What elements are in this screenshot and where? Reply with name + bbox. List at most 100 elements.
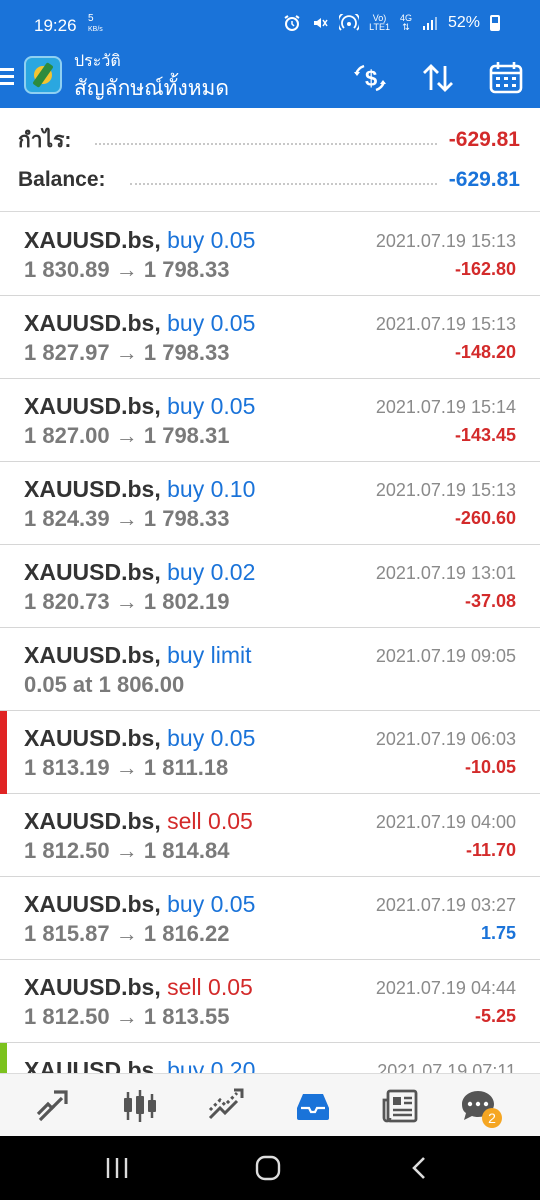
trade-icon[interactable] — [206, 1086, 246, 1126]
profit-value: -629.81 — [448, 128, 520, 151]
trade-symbol: XAUUSD.bs, — [24, 393, 161, 419]
trade-type: buy 0.05 — [167, 393, 256, 419]
trade-type: buy 0.02 — [167, 559, 256, 585]
trade-profit: 1.75 — [480, 923, 516, 943]
history-icon[interactable] — [293, 1086, 333, 1126]
trade-row[interactable]: XAUUSD.bs, sell 0.05 1 812.50 → 1 814.84… — [0, 794, 540, 877]
leader-dots — [95, 143, 437, 145]
system-nav-bar — [0, 1136, 540, 1200]
signal-icon — [422, 17, 437, 30]
summary-panel: กำไร: -629.81 Balance: -629.81 — [0, 108, 540, 212]
trade-list: XAUUSD.bs, buy 0.05 1 830.89 → 1 798.33 … — [0, 213, 540, 1126]
symbol-filter[interactable]: สัญลักษณ์ทั้งหมด — [74, 76, 229, 102]
trade-prices: 1 815.87 → 1 816.22 — [24, 921, 230, 946]
trade-symbol: XAUUSD.bs, — [24, 310, 161, 336]
home-icon[interactable] — [253, 1154, 283, 1182]
trade-prices: 1 827.00 → 1 798.31 — [24, 423, 230, 448]
trade-time: 2021.07.19 15:13 — [375, 314, 516, 334]
trade-row[interactable]: XAUUSD.bs, buy 0.05 1 827.97 → 1 798.33 … — [0, 296, 540, 379]
news-icon[interactable] — [380, 1086, 420, 1126]
menu-icon[interactable] — [0, 68, 14, 88]
calendar-icon[interactable] — [488, 60, 524, 96]
trade-profit: -10.05 — [464, 757, 516, 777]
network-speed-value: 5 — [88, 13, 94, 24]
quotes-icon[interactable] — [34, 1086, 74, 1126]
trade-time: 2021.07.19 15:13 — [375, 231, 516, 251]
trade-symbol: XAUUSD.bs, — [24, 891, 161, 917]
trade-type: buy 0.05 — [167, 227, 256, 253]
profit-row: กำไร: -629.81 — [18, 122, 520, 158]
battery-percent: 52% — [447, 14, 480, 31]
trade-prices: 1 824.39 → 1 798.33 — [24, 506, 230, 531]
status-bar: 19:26 5 KB/s Vo) LTE1 4G ⇅ 52% — [0, 0, 540, 50]
app-logo-icon — [24, 56, 62, 94]
trade-symbol: XAUUSD.bs, — [24, 227, 161, 253]
network-speed: 5 KB/s — [88, 14, 103, 35]
trade-prices: 1 830.89 → 1 798.33 — [24, 257, 230, 282]
chart-icon[interactable] — [120, 1086, 160, 1126]
trade-type: buy 0.05 — [167, 891, 256, 917]
trade-prices: 1 812.50 → 1 813.55 — [24, 1004, 230, 1029]
trade-type: buy 0.05 — [167, 725, 256, 751]
trade-symbol-line: XAUUSD.bs, buy 0.05 — [24, 891, 255, 918]
profit-label: กำไร: — [18, 128, 72, 152]
trade-time: 2021.07.19 09:05 — [375, 646, 516, 666]
trade-profit: -143.45 — [454, 425, 516, 445]
balance-value: -629.81 — [448, 168, 520, 191]
trade-time: 2021.07.19 04:44 — [375, 978, 516, 998]
trade-row[interactable]: XAUUSD.bs, buy 0.10 1 824.39 → 1 798.33 … — [0, 462, 540, 545]
trade-profit: -37.08 — [464, 591, 516, 611]
trade-symbol: XAUUSD.bs, — [24, 476, 161, 502]
trade-prices: 1 813.19 → 1 811.18 — [24, 755, 229, 780]
trade-type: buy limit — [167, 642, 252, 668]
trade-row[interactable]: XAUUSD.bs, buy limit 0.05 at 1 806.00 20… — [0, 628, 540, 711]
trade-time: 2021.07.19 03:27 — [375, 895, 516, 915]
trade-row[interactable]: XAUUSD.bs, buy 0.05 1 815.87 → 1 816.22 … — [0, 877, 540, 960]
messages-badge: 2 — [482, 1108, 502, 1128]
trade-symbol-line: XAUUSD.bs, buy 0.05 — [24, 227, 255, 254]
deposit-filter-icon[interactable]: $ — [352, 60, 388, 96]
messages-button[interactable]: 2 — [458, 1086, 502, 1128]
trade-symbol-line: XAUUSD.bs, buy 0.05 — [24, 725, 255, 752]
trade-row[interactable]: XAUUSD.bs, buy 0.05 1 830.89 → 1 798.33 … — [0, 213, 540, 296]
balance-label: Balance: — [18, 168, 106, 191]
recent-apps-icon[interactable] — [102, 1154, 132, 1182]
status-icons: Vo) LTE1 4G ⇅ 52% — [283, 14, 500, 32]
volte-indicator: Vo) LTE1 — [369, 13, 390, 32]
trade-symbol-line: XAUUSD.bs, buy 0.02 — [24, 559, 255, 586]
status-time: 19:26 — [34, 16, 77, 35]
trade-row[interactable]: XAUUSD.bs, buy 0.05 1 827.00 → 1 798.31 … — [0, 379, 540, 462]
trade-symbol-line: XAUUSD.bs, sell 0.05 — [24, 974, 253, 1001]
trade-row[interactable]: XAUUSD.bs, buy 0.05 1 813.19 → 1 811.18 … — [0, 711, 540, 794]
page-title: ประวัติ — [74, 53, 121, 70]
trade-symbol: XAUUSD.bs, — [24, 808, 161, 834]
trade-marker — [0, 711, 7, 794]
network-gen-indicator: 4G ⇅ — [399, 13, 412, 32]
alarm-icon — [284, 15, 300, 31]
trade-symbol: XAUUSD.bs, — [24, 974, 161, 1000]
trade-profit: -5.25 — [474, 1006, 516, 1026]
trade-symbol-line: XAUUSD.bs, buy 0.10 — [24, 476, 255, 503]
back-icon[interactable] — [404, 1154, 434, 1182]
trade-prices: 1 820.73 → 1 802.19 — [24, 589, 230, 614]
trade-time: 2021.07.19 04:00 — [375, 812, 516, 832]
trade-row[interactable]: XAUUSD.bs, sell 0.05 1 812.50 → 1 813.55… — [0, 960, 540, 1043]
leader-dots — [129, 183, 437, 185]
balance-row: Balance: -629.81 — [18, 162, 520, 198]
trade-profit: -260.60 — [454, 508, 516, 528]
trade-type: sell 0.05 — [167, 808, 253, 834]
trade-type: sell 0.05 — [167, 974, 253, 1000]
trade-symbol-line: XAUUSD.bs, sell 0.05 — [24, 808, 253, 835]
trade-row[interactable]: XAUUSD.bs, buy 0.02 1 820.73 → 1 802.19 … — [0, 545, 540, 628]
trade-prices: 1 827.97 → 1 798.33 — [24, 340, 230, 365]
bottom-nav: 2 — [0, 1073, 540, 1136]
app-bar: ประวัติ สัญลักษณ์ทั้งหมด $ — [0, 50, 540, 108]
trade-time: 2021.07.19 06:03 — [375, 729, 516, 749]
battery-icon — [490, 15, 500, 31]
trade-symbol: XAUUSD.bs, — [24, 642, 161, 668]
trade-profit: -148.20 — [454, 342, 516, 362]
sort-icon[interactable] — [420, 60, 456, 96]
trade-symbol-line: XAUUSD.bs, buy limit — [24, 642, 252, 669]
trade-prices: 0.05 at 1 806.00 — [24, 672, 185, 697]
trade-symbol: XAUUSD.bs, — [24, 725, 161, 751]
